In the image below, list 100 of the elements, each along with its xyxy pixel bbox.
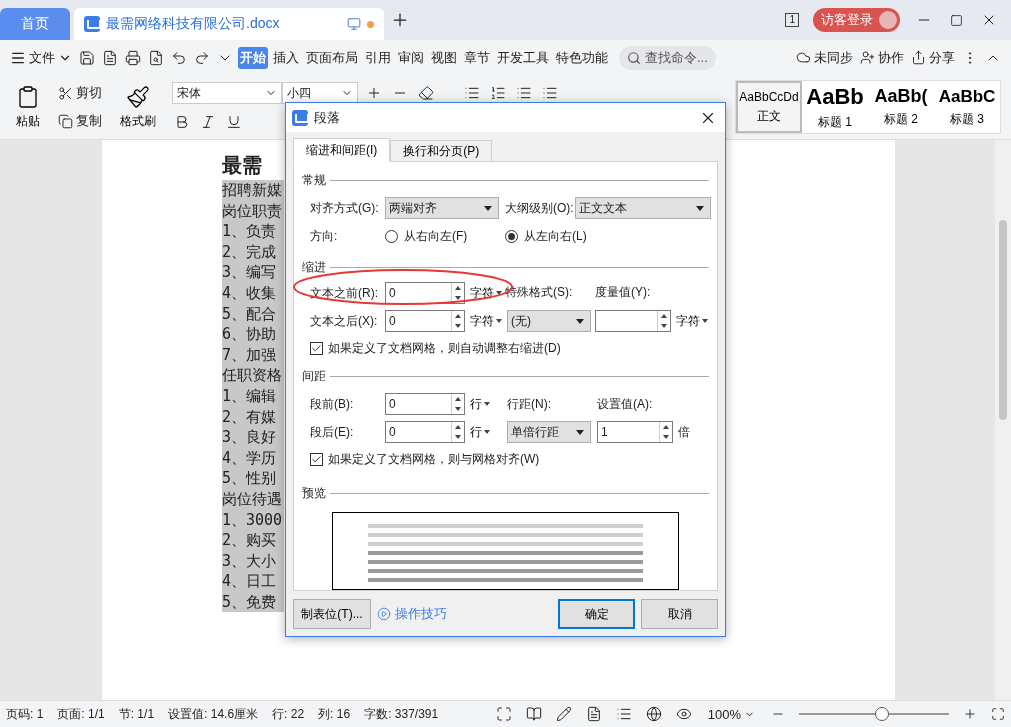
scissors-icon	[58, 85, 73, 101]
field-label: 段后(E):	[310, 423, 355, 441]
caret-icon	[484, 429, 490, 434]
sync-icon	[796, 50, 811, 65]
spin-down-icon[interactable]	[455, 324, 461, 328]
ribbon-tab[interactable]: 视图	[429, 46, 459, 69]
unit-label: 倍	[677, 423, 691, 441]
ribbon-tab[interactable]: 插入	[271, 46, 301, 69]
spin-up-icon[interactable]	[663, 425, 669, 429]
section-heading: 常规	[302, 172, 326, 189]
web-view-icon	[645, 706, 662, 722]
clipboard-icon	[16, 84, 40, 109]
share-button[interactable]: 分享	[909, 46, 957, 69]
unit-dropdown[interactable]: 行	[465, 423, 507, 441]
field-label: 设置值(A):	[597, 395, 654, 413]
italic-icon[interactable]	[200, 114, 216, 130]
ribbon-tab[interactable]: 开发工具	[495, 46, 551, 69]
page-count-badge[interactable]: 1	[785, 13, 799, 27]
special-format-select[interactable]: (无)	[507, 310, 591, 332]
measure-field[interactable]	[595, 310, 671, 332]
indent-before-field[interactable]: 0	[385, 282, 465, 304]
spin-up-icon[interactable]	[455, 425, 461, 429]
format-painter-button[interactable]: 格式刷	[114, 83, 162, 131]
line-spacing-select[interactable]: 单倍行距	[507, 421, 591, 443]
save-icon[interactable]	[79, 49, 95, 66]
outline-view-icon	[615, 706, 632, 722]
spin-down-icon[interactable]	[663, 435, 669, 439]
redo-icon[interactable]	[194, 49, 210, 66]
tab-stops-button[interactable]: 制表位(T)...	[293, 599, 371, 629]
dialog-tab[interactable]: 缩进和间距(I)	[293, 138, 391, 162]
ribbon-tab[interactable]: 章节	[462, 46, 492, 69]
unit-dropdown[interactable]: 字符	[465, 312, 507, 330]
checkbox[interactable]	[310, 452, 323, 466]
document-tab[interactable]: 最需网络科技有限公司.docx	[74, 8, 384, 40]
zoom-slider-thumb[interactable]	[874, 707, 889, 721]
font-size-select[interactable]: 小四	[282, 82, 358, 104]
maximize-icon[interactable]	[950, 13, 963, 27]
paste-button[interactable]: 粘贴	[10, 83, 46, 131]
spin-up-icon[interactable]	[455, 286, 461, 290]
caret-icon	[496, 318, 502, 323]
writer-logo-icon	[292, 109, 308, 126]
space-after-field[interactable]: 0	[385, 421, 465, 443]
sync-button[interactable]: 未同步	[794, 46, 855, 69]
file-menu[interactable]: 文件	[8, 46, 74, 69]
spin-down-icon[interactable]	[455, 296, 461, 300]
print-preview-icon[interactable]	[148, 49, 164, 66]
eraser-icon[interactable]	[418, 85, 434, 101]
caret-icon	[702, 318, 708, 323]
ribbon-tab[interactable]: 开始	[238, 46, 268, 69]
underline-icon[interactable]	[226, 114, 242, 130]
fit-window-icon	[991, 707, 1005, 721]
ribbon-tab[interactable]: 审阅	[396, 46, 426, 69]
indent-after-field[interactable]: 0	[385, 310, 465, 332]
unit-dropdown[interactable]: 字符	[671, 312, 709, 330]
spin-down-icon[interactable]	[455, 435, 461, 439]
ribbon-tab[interactable]: 特色功能	[554, 46, 610, 69]
checkbox[interactable]	[310, 341, 323, 355]
spin-down-icon[interactable]	[661, 324, 667, 328]
zoom-slider[interactable]	[799, 707, 949, 721]
snap-grid-checkbox[interactable]: 如果定义了文档网格，则与网格对齐(W)	[302, 447, 709, 471]
auto-indent-checkbox[interactable]: 如果定义了文档网格，则自动调整右缩进(D)	[302, 336, 709, 360]
direction-radio[interactable]: 从右向左(F)	[385, 227, 505, 245]
direction-radio[interactable]: 从左向右(L)	[505, 227, 625, 245]
unsaved-dot	[367, 20, 374, 28]
paintbrush-icon	[126, 84, 150, 109]
font-select[interactable]: 宋体	[172, 82, 282, 104]
ok-button[interactable]: 确定	[558, 599, 635, 629]
field-label: 对齐方式(G):	[310, 199, 380, 217]
login-button[interactable]: 访客登录	[813, 8, 900, 32]
document-icon[interactable]	[102, 49, 118, 66]
spin-up-icon[interactable]	[455, 314, 461, 318]
print-icon[interactable]	[125, 49, 141, 66]
collab-button[interactable]: 协作	[858, 46, 906, 69]
writer-logo-icon	[84, 16, 100, 32]
ribbon-tab[interactable]: 页面布局	[304, 46, 360, 69]
fullscreen-icon	[495, 706, 512, 722]
ribbon-tab[interactable]: 引用	[363, 46, 393, 69]
style-preset[interactable]: AaBbCcDd 正文	[736, 81, 802, 133]
zoom-in-icon	[963, 707, 977, 721]
unit-dropdown[interactable]: 行	[465, 395, 507, 413]
command-search-field[interactable]: 查找命令...	[619, 45, 716, 70]
cut-button[interactable]: 剪切	[56, 82, 104, 104]
vertical-scrollbar[interactable]	[995, 140, 1011, 700]
spacing-value-field[interactable]: 1	[597, 421, 673, 443]
numbered-list-icon[interactable]	[490, 85, 506, 101]
spin-up-icon[interactable]	[661, 314, 667, 318]
tips-link[interactable]: 操作技巧	[377, 605, 447, 623]
outline-level-select[interactable]: 正文文本	[575, 197, 711, 219]
dialog-tab[interactable]: 换行和分页(P)	[390, 140, 493, 162]
bullet-list-icon[interactable]	[464, 85, 480, 101]
copy-button[interactable]: 复制	[56, 110, 104, 132]
undo-icon[interactable]	[171, 49, 187, 66]
spin-up-icon[interactable]	[455, 397, 461, 401]
bold-icon[interactable]	[174, 114, 190, 130]
spin-down-icon[interactable]	[455, 407, 461, 411]
field-label: 文本之后(X):	[310, 312, 379, 330]
cancel-button[interactable]: 取消	[641, 599, 718, 629]
alignment-select[interactable]: 两端对齐	[385, 197, 499, 219]
zoom-select[interactable]: 100%	[705, 704, 757, 724]
space-before-field[interactable]: 0	[385, 393, 465, 415]
